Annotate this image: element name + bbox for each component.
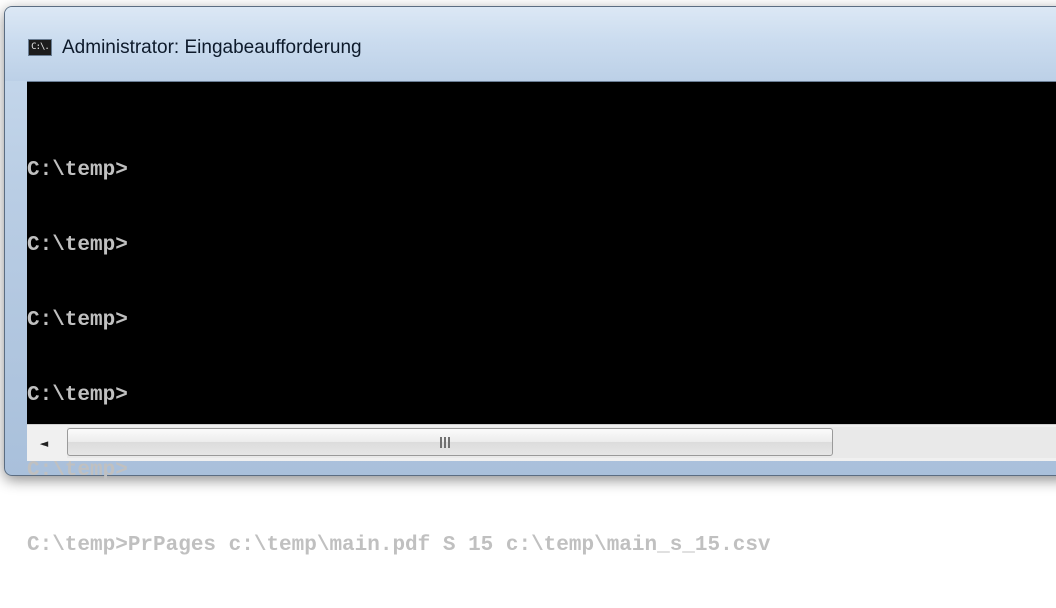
cmd-icon[interactable]: C:\. — [28, 39, 52, 56]
console-line: C:\temp> — [27, 459, 128, 482]
console-line: C:\temp> — [27, 234, 128, 257]
grip-icon — [440, 437, 452, 448]
horizontal-scrollbar[interactable]: ◄ — [27, 424, 1056, 461]
window-title: Administrator: Eingabeaufforderung — [62, 37, 362, 58]
console-line: C:\temp> — [27, 384, 128, 407]
console-line: C:\temp> — [27, 309, 128, 332]
console-text: C:\temp> C:\temp> C:\temp> C:\temp> C:\t… — [27, 108, 771, 608]
scroll-thumb[interactable] — [67, 428, 833, 456]
cmd-window: C:\. Administrator: Eingabeaufforderung … — [4, 6, 1056, 557]
console-output[interactable]: C:\temp> C:\temp> C:\temp> C:\temp> C:\t… — [27, 81, 1056, 557]
console-line: C:\temp> — [27, 159, 128, 182]
console-line: C:\temp>PrPages c:\temp\main.pdf S 15 c:… — [27, 534, 771, 557]
arrow-left-icon[interactable]: ◄ — [37, 435, 51, 451]
title-bar[interactable]: C:\. Administrator: Eingabeaufforderung — [5, 7, 1056, 81]
